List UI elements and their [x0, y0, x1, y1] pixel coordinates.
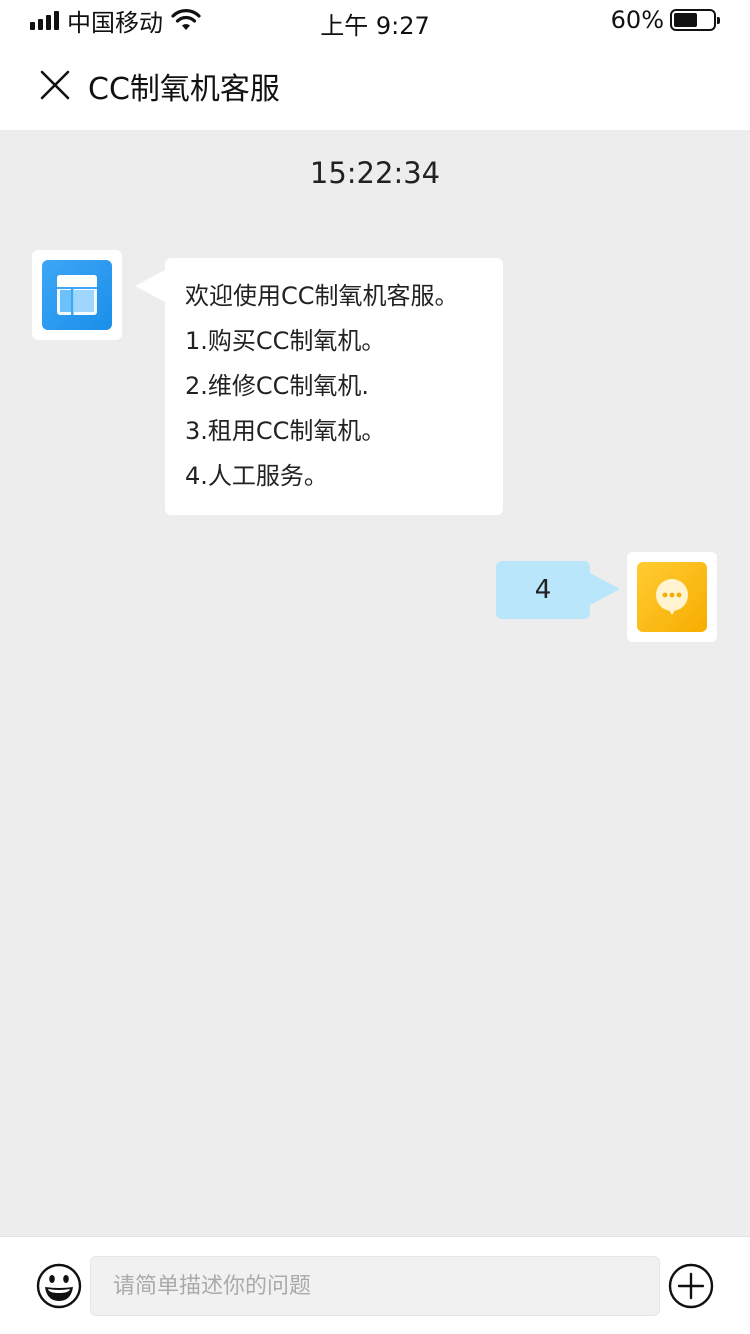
plus-button[interactable]: [668, 1263, 714, 1309]
plus-icon: [668, 1263, 714, 1309]
message-line: 欢迎使用CC制氧机客服。: [185, 282, 459, 310]
input-bar: [0, 1236, 750, 1334]
status-bar: 中国移动 上午 9:27 60%: [0, 0, 750, 40]
message-line: 4.人工服务。: [185, 462, 328, 490]
agent-message-bubble[interactable]: 欢迎使用CC制氧机客服。 1.购买CC制氧机。 2.维修CC制氧机. 3.租用C…: [135, 258, 503, 515]
message-timestamp: 15:22:34: [309, 156, 441, 190]
close-icon: [40, 70, 70, 100]
emoji-button[interactable]: [36, 1263, 82, 1309]
user-message-bubble[interactable]: 4: [496, 561, 620, 619]
close-button[interactable]: [30, 60, 80, 110]
message-line: 3.租用CC制氧机。: [185, 417, 386, 445]
message-text: 4: [534, 575, 552, 605]
battery-percent: 60%: [610, 6, 664, 34]
message-line: 1.购买CC制氧机。: [185, 327, 386, 355]
chat-header: CC制氧机客服: [0, 40, 750, 130]
user-avatar[interactable]: [627, 552, 717, 642]
message-line: 2.维修CC制氧机.: [185, 372, 370, 400]
status-right: 60%: [610, 6, 720, 34]
page-title: CC制氧机客服: [88, 72, 280, 107]
layout-icon: [42, 260, 112, 330]
emoji-icon: [36, 1263, 82, 1309]
battery-icon: [670, 9, 720, 31]
agent-avatar[interactable]: [32, 250, 122, 340]
message-input[interactable]: [90, 1256, 660, 1316]
chat-area[interactable]: 15:22:34 欢迎使用CC制氧机客服。 1.购买CC制氧机。 2.维修CC制…: [0, 130, 750, 1236]
chat-bubble-icon: [637, 562, 707, 632]
